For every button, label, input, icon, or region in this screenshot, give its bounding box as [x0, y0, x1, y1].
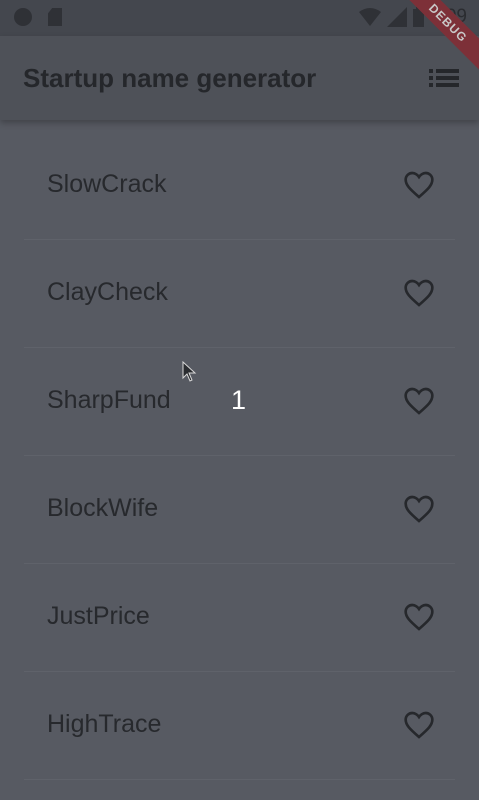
heart-outline-icon[interactable] — [403, 494, 435, 524]
list-item-label: JustPrice — [47, 602, 150, 630]
startup-name-list: SlowCrack ClayCheck SharpFund BlockWife … — [0, 132, 479, 780]
notification-icon — [14, 8, 32, 26]
heart-outline-icon[interactable] — [403, 278, 435, 308]
list-item[interactable]: JustPrice — [24, 564, 455, 672]
signal-icon — [387, 7, 408, 27]
list-item-label: ClayCheck — [47, 278, 168, 306]
wifi-icon — [359, 8, 382, 26]
list-item-label: SlowCrack — [47, 170, 167, 198]
heart-outline-icon[interactable] — [403, 170, 435, 200]
list-item[interactable]: ClayCheck — [24, 240, 455, 348]
heart-outline-icon[interactable] — [403, 710, 435, 740]
list-item-label: HighTrace — [47, 710, 162, 738]
heart-outline-icon[interactable] — [403, 386, 435, 416]
list-item[interactable]: BlockWife — [24, 456, 455, 564]
list-item-label: SharpFund — [47, 386, 171, 414]
status-bar: 1:09 — [0, 0, 479, 36]
sd-card-icon — [48, 8, 62, 26]
tap-count-overlay: 1 — [231, 385, 247, 415]
list-icon[interactable] — [429, 66, 459, 90]
mouse-cursor-icon — [182, 361, 197, 382]
list-item[interactable]: HighTrace — [24, 672, 455, 780]
heart-outline-icon[interactable] — [403, 602, 435, 632]
list-item-label: BlockWife — [47, 494, 159, 522]
page-title: Startup name generator — [23, 63, 317, 93]
list-item[interactable]: SlowCrack — [24, 132, 455, 240]
app-bar: Startup name generator — [0, 36, 479, 120]
